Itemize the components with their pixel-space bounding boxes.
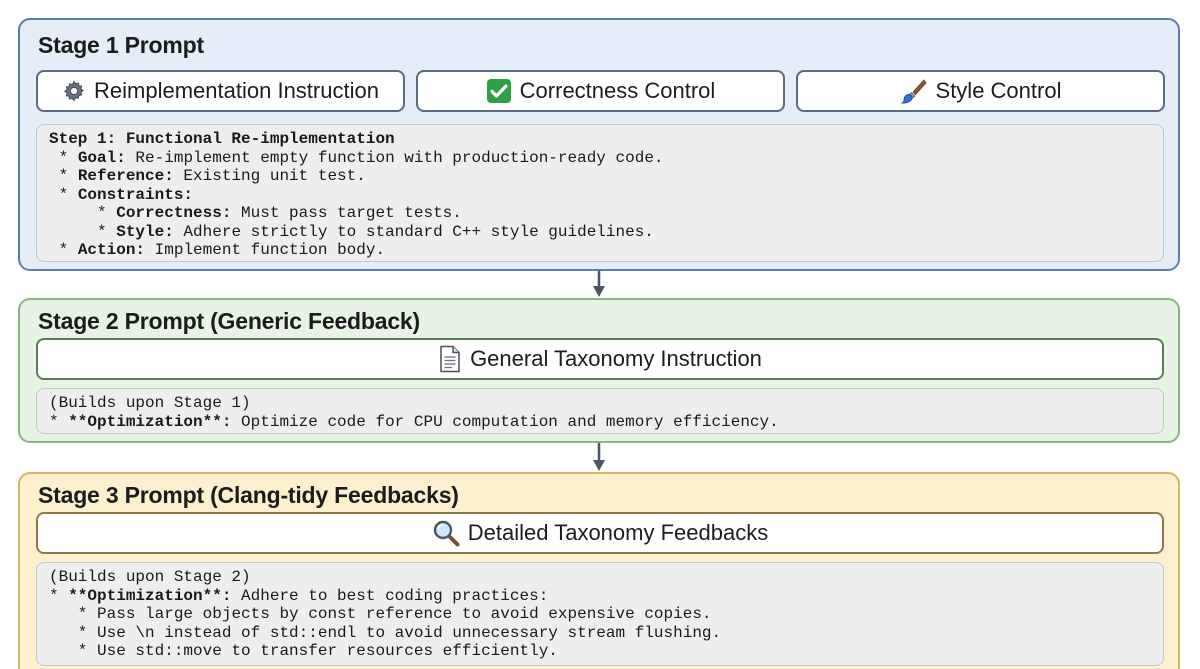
arrow-down-icon [593, 443, 605, 471]
correctness-control-label: Correctness Control [519, 78, 716, 103]
goal-line: * Goal: Re-implement empty function with… [49, 148, 664, 167]
optimization-line: * **Optimization**: Optimize code for CP… [49, 412, 779, 431]
step-heading: Step 1: Functional Re-implementation [49, 130, 395, 148]
general-taxonomy-instruction-button[interactable]: General Taxonomy Instruction [36, 338, 1164, 380]
stage-1-panel: Stage 1 Prompt Reimplementation Instruct… [18, 18, 1180, 271]
optimization-line: * **Optimization**: Adhere to best codin… [49, 586, 549, 605]
correctness-constraint-line: * Correctness: Must pass target tests. [49, 204, 462, 222]
practice-line-1: * Pass large objects by const reference … [49, 605, 712, 623]
detailed-taxonomy-feedbacks-button[interactable]: Detailed Taxonomy Feedbacks [36, 512, 1164, 554]
practice-line-2: * Use \n instead of std::endl to avoid u… [49, 623, 722, 642]
stage-2-panel: Stage 2 Prompt (Generic Feedback) Genera… [18, 298, 1180, 443]
reimplementation-instruction-label: Reimplementation Instruction [94, 78, 379, 103]
stage-1-title: Stage 1 Prompt [38, 32, 204, 58]
paintbrush-icon [900, 77, 928, 105]
action-line: * Action: Implement function body. [49, 241, 386, 259]
style-control-label: Style Control [935, 78, 1062, 103]
builds-upon-line: (Builds upon Stage 2) [49, 568, 251, 586]
stage-1-prompt-code: Step 1: Functional Re-implementation * G… [36, 124, 1164, 262]
style-constraint-line: * Style: Adhere strictly to standard C++… [49, 222, 654, 241]
stage-3-prompt-code: (Builds upon Stage 2) * **Optimization**:… [36, 562, 1164, 666]
magnifier-icon [432, 519, 460, 547]
reference-line: * Reference: Existing unit test. [49, 167, 366, 185]
stage-2-title: Stage 2 Prompt (Generic Feedback) [38, 308, 420, 334]
practice-line-3: * Use std::move to transfer resources ef… [49, 642, 558, 660]
style-control-button[interactable]: Style Control [796, 70, 1165, 112]
document-icon [438, 345, 462, 373]
stage-3-title: Stage 3 Prompt (Clang-tidy Feedbacks) [38, 482, 459, 508]
builds-upon-line: (Builds upon Stage 1) [49, 394, 251, 412]
stage-3-panel: Stage 3 Prompt (Clang-tidy Feedbacks) De… [18, 472, 1180, 669]
detailed-taxonomy-feedbacks-label: Detailed Taxonomy Feedbacks [467, 520, 769, 545]
constraints-line: * Constraints: [49, 185, 194, 204]
arrow-down-icon [593, 271, 605, 297]
general-taxonomy-instruction-label: General Taxonomy Instruction [470, 346, 762, 371]
stage-2-prompt-code: (Builds upon Stage 1) * **Optimization**:… [36, 388, 1164, 434]
correctness-control-button[interactable]: Correctness Control [416, 70, 785, 112]
checkmark-icon [486, 78, 512, 104]
gear-icon [62, 79, 86, 103]
reimplementation-instruction-button[interactable]: Reimplementation Instruction [36, 70, 405, 112]
